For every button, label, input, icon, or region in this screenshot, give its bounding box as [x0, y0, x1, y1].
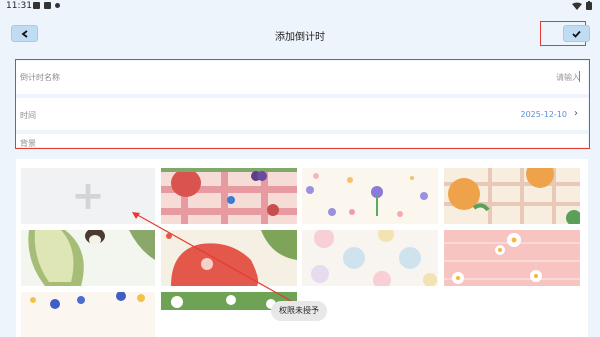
daisy-pattern-icon: [444, 230, 580, 286]
status-dot-icon: [55, 3, 60, 8]
background-tile-orange-lattice[interactable]: [444, 168, 580, 224]
background-tile-purple-flowers[interactable]: [302, 168, 438, 224]
background-tile-avocado[interactable]: [21, 230, 155, 286]
add-background-tile[interactable]: +: [21, 168, 155, 224]
red-flower-pattern-icon: [161, 230, 297, 286]
dots-pattern-icon: [311, 230, 437, 286]
toast-message: 权限未授予: [271, 301, 327, 321]
confirm-button[interactable]: [563, 25, 590, 42]
background-tile-red-flower[interactable]: [161, 230, 297, 286]
flower-pattern-icon: [306, 173, 428, 217]
blue-flower-pattern-icon: [30, 292, 145, 309]
avocado-pattern-icon: [28, 230, 155, 286]
form-highlight-box: [15, 59, 590, 149]
notification-icon: [33, 2, 40, 9]
plus-icon: +: [71, 173, 105, 219]
wifi-icon: [572, 2, 582, 10]
background-tile-strawberry[interactable]: [161, 168, 297, 224]
background-tile-pastel-dots[interactable]: [302, 230, 438, 286]
background-tile-daisy[interactable]: [444, 230, 580, 286]
image-notification-icon: [44, 2, 51, 9]
status-time: 11:31: [6, 1, 32, 11]
status-bar: 11:31: [0, 0, 600, 14]
page-title: 添加倒计时: [275, 32, 325, 43]
battery-icon: [586, 1, 592, 10]
checkmark-icon: [572, 30, 581, 38]
background-tile-blue-flowers[interactable]: [21, 292, 155, 337]
orange-pattern-icon: [444, 168, 580, 224]
strawberry-pattern-icon: [161, 168, 297, 224]
